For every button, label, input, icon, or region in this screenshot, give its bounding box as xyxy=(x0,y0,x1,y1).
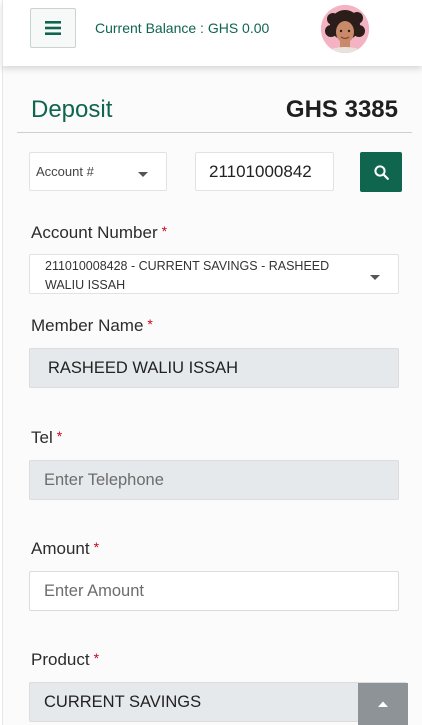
account-number-label-text: Account Number xyxy=(31,223,158,242)
deposit-total: GHS 3385 xyxy=(285,96,398,123)
hamburger-icon xyxy=(45,21,61,35)
avatar[interactable] xyxy=(321,5,369,53)
scroll-to-top-button[interactable] xyxy=(358,683,408,725)
chevron-down-icon xyxy=(370,275,380,280)
amount-label: Amount * xyxy=(31,539,99,559)
member-name-label: Member Name * xyxy=(31,316,153,336)
account-number-value: 211010008428 - CURRENT SAVINGS - RASHEED… xyxy=(45,259,330,292)
product-label-text: Product xyxy=(31,650,90,669)
member-name-label-text: Member Name xyxy=(31,316,144,335)
account-number-label: Account Number * xyxy=(31,223,167,243)
search-filter-value: Account # xyxy=(36,164,94,179)
avatar-image xyxy=(321,5,369,53)
member-name-field: RASHEED WALIU ISSAH xyxy=(29,348,399,388)
chevron-up-icon xyxy=(378,701,388,707)
search-filter-select[interactable]: Account # xyxy=(29,152,167,191)
top-navbar: Current Balance : GHS 0.00 xyxy=(2,0,422,66)
product-label: Product * xyxy=(31,650,99,670)
amount-input[interactable] xyxy=(29,571,399,611)
deposit-panel: Deposit GHS 3385 Account # Account Numbe… xyxy=(2,66,422,725)
account-search-input[interactable] xyxy=(195,152,334,191)
required-marker: * xyxy=(56,428,63,444)
required-marker: * xyxy=(93,539,100,555)
tel-label: Tel * xyxy=(31,428,62,448)
required-marker: * xyxy=(147,316,153,332)
account-number-select[interactable]: 211010008428 - CURRENT SAVINGS - RASHEED… xyxy=(29,254,399,294)
search-icon xyxy=(373,164,389,180)
required-marker: * xyxy=(161,223,168,239)
required-marker: * xyxy=(93,650,100,666)
search-button[interactable] xyxy=(360,152,402,192)
current-balance: Current Balance : GHS 0.00 xyxy=(95,20,270,36)
telephone-input[interactable] xyxy=(29,460,399,500)
page-title: Deposit xyxy=(31,96,113,123)
title-divider xyxy=(17,132,412,133)
chevron-down-icon xyxy=(138,172,148,177)
tel-label-text: Tel xyxy=(31,428,53,447)
product-value: CURRENT SAVINGS xyxy=(44,693,202,711)
product-select[interactable]: CURRENT SAVINGS xyxy=(29,682,407,722)
amount-label-text: Amount xyxy=(31,539,90,558)
menu-toggle-button[interactable] xyxy=(30,8,76,48)
